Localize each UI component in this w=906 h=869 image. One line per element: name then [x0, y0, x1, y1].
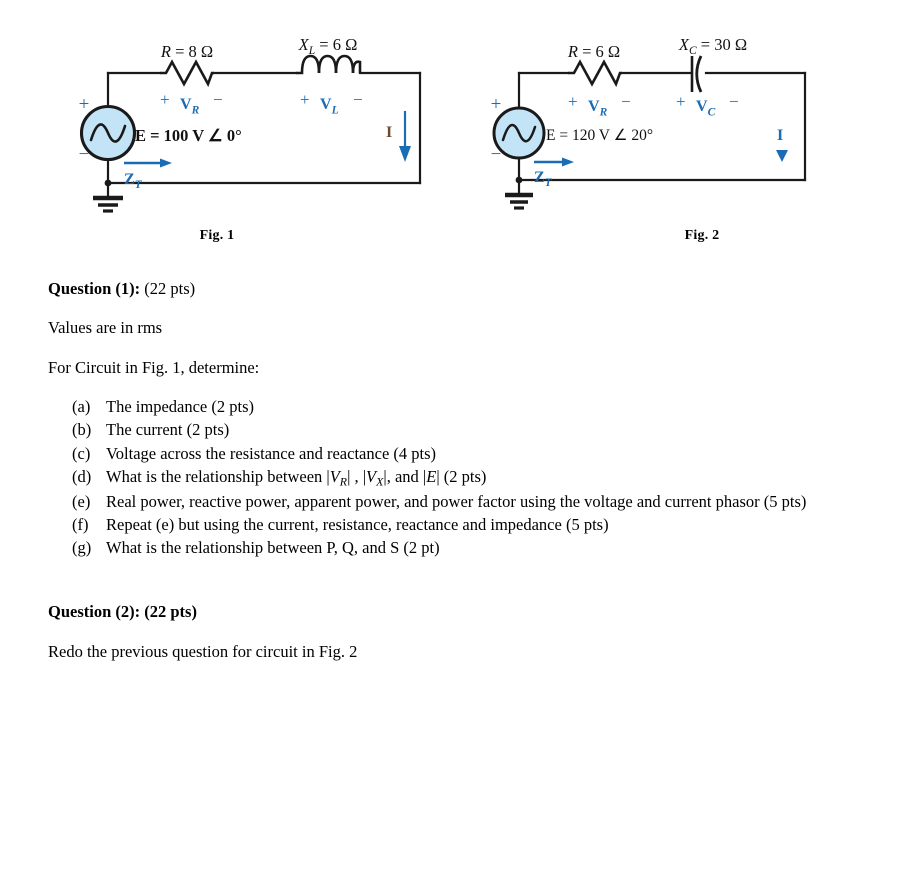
fig1-inductor-icon — [296, 54, 362, 75]
fig2-capacitor-icon — [690, 55, 703, 93]
question-1-heading-points: (22 pts) — [140, 279, 196, 298]
question-1-heading-label: Question (1): — [48, 279, 141, 298]
list-item-marker: (a) — [72, 397, 91, 417]
question-1-heading: Question (1): (22 pts) — [48, 278, 868, 299]
question-2-heading: Question (2): (22 pts) — [48, 602, 197, 622]
fig2-resistor-value: R = 6 Ω — [567, 42, 620, 61]
list-item-marker: (g) — [72, 538, 92, 558]
fig2-zt-arrow-icon — [534, 157, 574, 167]
list-item: (e) Real power, reactive power, apparent … — [72, 491, 868, 513]
list-item: (b) The current (2 pts) — [72, 419, 868, 441]
list-item: (d) What is the relationship between |VR|… — [72, 466, 868, 490]
list-item-text: Repeat (e) but using the current, resist… — [106, 514, 609, 534]
list-item-marker: (f) — [72, 514, 89, 534]
fig2-current-arrow-icon — [776, 150, 788, 162]
question-1-prompt: For Circuit in Fig. 1, determine: — [48, 357, 260, 377]
fig1-ground-node-dot — [104, 179, 112, 187]
list-item-text: The current (2 pts) — [106, 420, 230, 440]
list-item-text: What is the relationship between P, Q, a… — [106, 538, 440, 558]
fig2-ground-node-dot — [515, 176, 523, 184]
fig2-zt-label: ZT — [534, 169, 553, 189]
fig2-ground-icon — [505, 192, 533, 210]
figure-1-caption: Fig. 1 — [199, 228, 235, 243]
fig2-source-minus: − — [491, 144, 502, 165]
list-item-marker: (b) — [72, 420, 92, 440]
fig2-vc-label: VC — [696, 98, 716, 119]
list-item: (f) Repeat (e) but using the current, res… — [72, 514, 868, 536]
figure-2-caption: Fig. 2 — [684, 228, 720, 243]
list-item-text: Real power, reactive power, apparent pow… — [106, 491, 807, 511]
fig2-ac-source-icon — [492, 106, 546, 160]
fig2-source-plus: + — [491, 94, 502, 115]
figure-2: + − E = 120 V ∠ 20° ZT R = 6 Ω + VR − XC… — [470, 0, 906, 262]
fig2-vr-minus: − — [621, 92, 631, 111]
fig1-vr-label: VR — [180, 96, 200, 117]
list-item: (g) What is the relationship between P, Q… — [72, 537, 868, 559]
fig2-vc-plus: + — [676, 92, 686, 111]
fig2-capacitor-value: XC = 30 Ω — [678, 35, 747, 57]
fig1-current-arrow-icon — [399, 111, 411, 162]
fig1-zt-arrow-icon — [124, 158, 172, 168]
fig1-resistor-value: R = 8 Ω — [160, 42, 213, 61]
list-item-text: The impedance (2 pts) — [106, 397, 254, 417]
questions-region: Question (1): (22 pts) Values are in rms… — [48, 278, 868, 680]
list-item-marker: (e) — [72, 491, 91, 511]
list-item-text: What is the relationship between |VR| , … — [106, 466, 487, 488]
question-2-prompt: Redo the previous question for circuit i… — [48, 641, 358, 661]
fig1-vr-minus: − — [213, 90, 223, 109]
list-item-marker: (c) — [72, 443, 91, 463]
fig1-resistor-icon — [160, 59, 214, 88]
fig1-vr-plus: + — [160, 90, 170, 109]
figures-region: + − E = 100 V ∠ 0° ZT R = 8 Ω + VR − XL … — [0, 0, 906, 262]
list-item: (a) The impedance (2 pts) — [72, 396, 868, 418]
fig2-vr-label: VR — [588, 98, 608, 119]
fig1-ground-icon — [93, 195, 123, 213]
fig1-source-plus: + — [79, 94, 90, 115]
list-item-marker: (d) — [72, 466, 92, 486]
fig2-source-label: E = 120 V ∠ 20° — [546, 127, 653, 144]
fig2-resistor-icon — [568, 59, 622, 88]
fig2-vc-minus: − — [729, 92, 739, 111]
fig1-source-minus: − — [79, 144, 90, 165]
fig1-current-label: I — [386, 124, 392, 141]
fig1-inductor-value: XL = 6 Ω — [298, 35, 358, 57]
figure-1-circuit-diagram: + − E = 100 V ∠ 0° ZT R = 8 Ω + VR − XL … — [79, 35, 422, 213]
figure-2-circuit-diagram: + − E = 120 V ∠ 20° ZT R = 6 Ω + VR − XC… — [491, 35, 807, 210]
list-item-text: Voltage across the resistance and reacta… — [106, 443, 437, 463]
fig1-ac-source-icon — [79, 104, 137, 162]
fig1-vl-label: VL — [320, 96, 339, 117]
fig2-vr-plus: + — [568, 92, 578, 111]
fig1-source-label: E = 100 V ∠ 0° — [135, 126, 242, 145]
list-item: (c) Voltage across the resistance and rea… — [72, 443, 868, 465]
fig2-current-label: I — [777, 127, 783, 144]
fig1-vl-plus: + — [300, 90, 310, 109]
question-1-items: (a) The impedance (2 pts) (b) The current … — [48, 396, 868, 559]
fig1-zt-label: ZT — [124, 171, 143, 191]
fig1-vl-minus: − — [353, 90, 363, 109]
question-1-note: Values are in rms — [48, 318, 163, 338]
figure-1: + − E = 100 V ∠ 0° ZT R = 8 Ω + VR − XL … — [0, 0, 470, 262]
